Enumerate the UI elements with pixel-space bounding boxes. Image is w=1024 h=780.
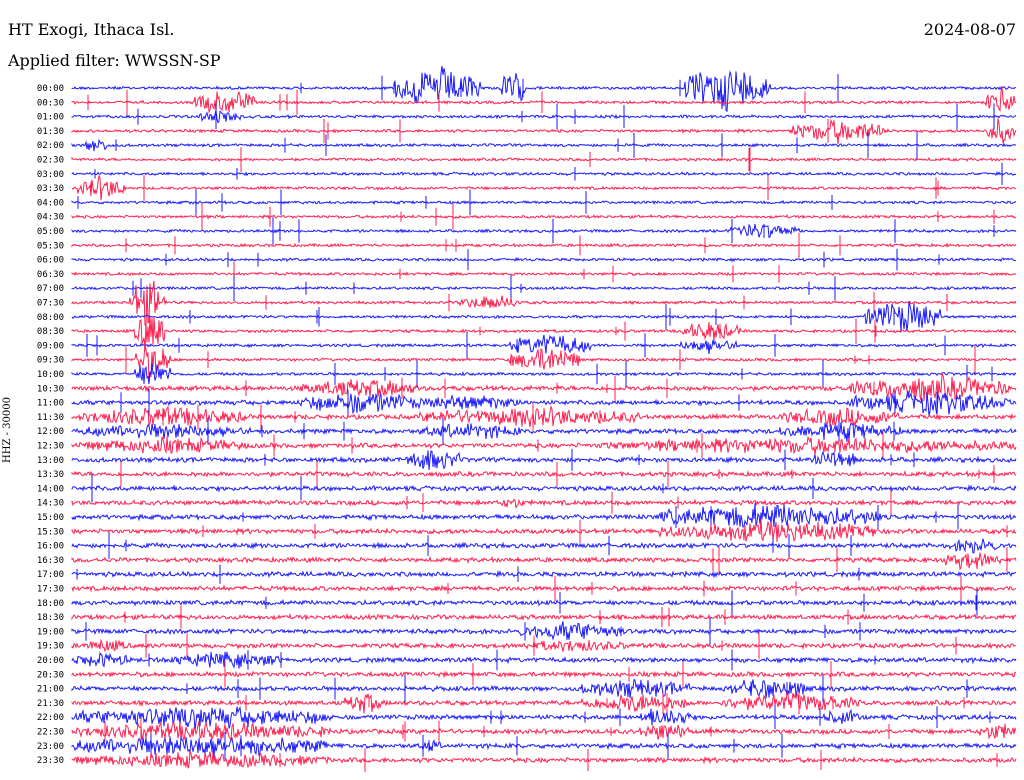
time-tick-label: 18:00 [37, 599, 64, 609]
time-tick-label: 05:00 [37, 227, 64, 237]
seismic-trace-1330 [71, 460, 1017, 488]
time-tick-label: 20:30 [37, 670, 64, 680]
time-tick-label: 23:00 [37, 742, 64, 752]
seismic-trace-1830 [71, 605, 1017, 629]
time-tick-label: 18:30 [37, 613, 64, 623]
time-tick-label: 07:30 [37, 299, 64, 309]
time-tick-label: 17:30 [37, 585, 64, 595]
time-tick-label: 06:30 [37, 270, 64, 280]
time-tick-label: 15:00 [37, 513, 64, 523]
seismic-trace-0900 [71, 332, 1017, 359]
seismic-trace-0230 [71, 146, 1017, 173]
time-tick-label: 04:00 [37, 198, 64, 208]
time-tick-label: 08:30 [37, 327, 64, 337]
seismic-trace-2030 [71, 660, 1017, 688]
time-tick-label: 09:00 [37, 341, 64, 351]
time-tick-label: 05:30 [37, 241, 64, 251]
time-tick-label: 12:30 [37, 442, 64, 452]
time-tick-label: 16:00 [37, 542, 64, 552]
time-tick-label: 00:30 [37, 98, 64, 108]
seismic-trace-0030 [71, 86, 1017, 115]
seismic-trace-1300 [71, 448, 1017, 471]
seismic-trace-2200 [71, 705, 1017, 731]
seismic-trace-0130 [71, 118, 1017, 145]
seismic-trace-0630 [71, 262, 1017, 286]
time-tick-label: 21:30 [37, 699, 64, 709]
helicorder-plot: 00:00 00:30 01:00 01:30 02:00 02:30 03:00 03:30… [37, 66, 1017, 772]
time-tick-label: 14:30 [37, 499, 64, 509]
time-tick-label: 22:00 [37, 713, 64, 723]
time-tick-label: 00:00 [37, 84, 64, 94]
seismic-trace-2230 [71, 717, 1017, 746]
time-tick-label: 10:30 [37, 384, 64, 394]
time-tick-label: 07:00 [37, 284, 64, 294]
seismic-trace-1500 [71, 503, 1017, 530]
time-tick-label: 22:30 [37, 728, 64, 738]
seismic-trace-0600 [71, 248, 1017, 271]
time-tick-label: 13:00 [37, 456, 64, 466]
time-tick-label: 23:30 [37, 756, 64, 766]
seismic-trace-0530 [71, 232, 1017, 258]
time-tick-label: 12:00 [37, 427, 64, 437]
time-tick-label: 21:00 [37, 685, 64, 695]
seismic-trace-1230 [71, 432, 1017, 459]
time-tick-label: 01:30 [37, 127, 64, 137]
seismic-trace-1130 [71, 403, 1017, 431]
seismic-trace-1530 [71, 518, 1017, 543]
seismic-trace-1400 [71, 474, 1017, 503]
time-tick-label: 19:00 [37, 627, 64, 637]
time-tick-label: 02:30 [37, 156, 64, 166]
seismic-trace-0400 [71, 189, 1017, 216]
time-tick-label: 11:30 [37, 413, 64, 423]
time-tick-label: 16:30 [37, 556, 64, 566]
seismic-trace-1630 [71, 546, 1017, 574]
time-tick-label: 09:30 [37, 356, 64, 366]
seismic-trace-1030 [71, 372, 1017, 402]
time-tick-label: 02:00 [37, 141, 64, 151]
time-tick-label: 14:00 [37, 484, 64, 494]
time-tick-label: 19:30 [37, 642, 64, 652]
time-tick-label: 08:00 [37, 313, 64, 323]
time-tick-label: 20:00 [37, 656, 64, 666]
time-tick-label: 10:00 [37, 370, 64, 380]
seismic-trace-2000 [71, 649, 1017, 671]
seismic-trace-1700 [71, 564, 1017, 584]
seismic-trace-1430 [71, 490, 1017, 516]
time-tick-label: 13:30 [37, 470, 64, 480]
seismic-trace-0000 [71, 66, 1017, 113]
seismic-trace-0430 [71, 203, 1017, 230]
time-tick-label: 01:00 [37, 113, 64, 123]
seismic-trace-0330 [71, 175, 1016, 202]
time-tick-label: 06:00 [37, 256, 64, 266]
seismic-trace-1600 [71, 532, 1017, 560]
seismic-trace-0300 [71, 162, 1017, 185]
seismic-trace-0200 [71, 131, 1017, 159]
time-tick-label: 11:00 [37, 399, 64, 409]
seismic-trace-1930 [71, 632, 1017, 660]
seismic-trace-1200 [71, 417, 1017, 445]
time-tick-label: 03:00 [37, 170, 64, 180]
seismic-trace-2100 [71, 674, 1017, 703]
seismic-trace-1800 [71, 590, 1017, 616]
time-tick-label: 17:00 [37, 570, 64, 580]
seismic-trace-2130 [71, 690, 1017, 715]
time-tick-label: 03:30 [37, 184, 64, 194]
time-tick-label: 04:30 [37, 213, 64, 223]
seismic-trace-1730 [71, 575, 1016, 602]
time-tick-label: 15:30 [37, 527, 64, 537]
seismic-trace-0500 [71, 217, 1017, 245]
